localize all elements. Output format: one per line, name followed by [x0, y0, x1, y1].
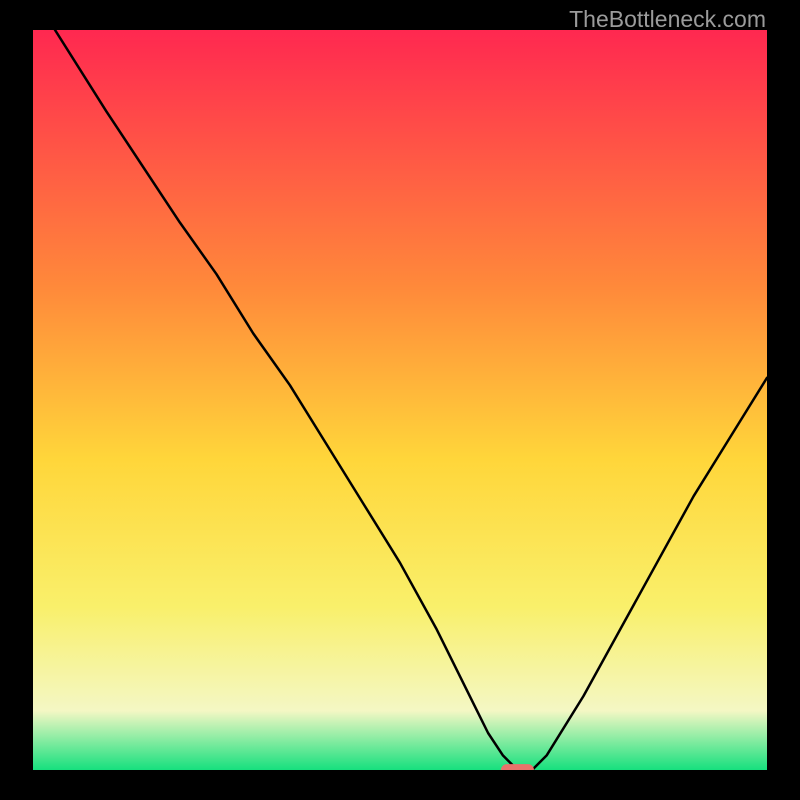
chart-frame	[33, 30, 767, 770]
gradient-background	[33, 30, 767, 770]
optimal-point-marker	[501, 764, 534, 770]
watermark-text: TheBottleneck.com	[569, 6, 766, 33]
chart-plot	[33, 30, 767, 770]
